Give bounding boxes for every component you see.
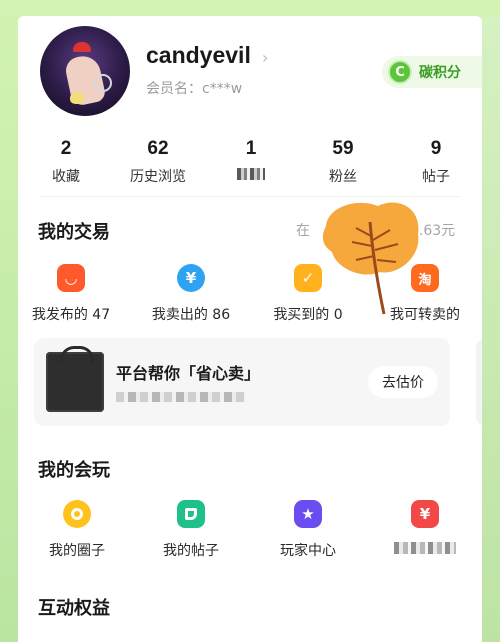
play-item-label: 我的圈子: [49, 543, 105, 559]
yuan-icon: ¥: [177, 264, 205, 292]
stat-third[interactable]: 1: [211, 138, 291, 184]
carbon-points-button[interactable]: C 碳积分: [382, 56, 482, 88]
stat-favorites[interactable]: 2 收藏: [26, 138, 106, 186]
play-item-player-center[interactable]: ★ 玩家中心: [253, 500, 363, 560]
trade-summary-prefix[interactable]: 在: [296, 220, 310, 240]
stat-label: 帖子: [422, 169, 450, 185]
play-title: 我的会玩: [38, 460, 110, 481]
circle-icon: [63, 500, 91, 528]
trade-item-label: 我发布的 47: [31, 307, 111, 323]
bag-product-image: [46, 346, 104, 412]
benefits-title: 互动权益: [38, 598, 110, 619]
stat-label: 收藏: [52, 169, 80, 185]
stat-label: 历史浏览: [130, 169, 186, 185]
trade-item-published[interactable]: ◡ 我发布的 47: [18, 264, 126, 324]
member-name: 会员名：c***w: [146, 81, 243, 97]
play-item-label: 玩家中心: [280, 543, 336, 559]
trade-title: 我的交易: [38, 222, 110, 243]
stat-value: 59: [332, 138, 354, 159]
play-item-posts[interactable]: 我的帖子: [136, 500, 246, 560]
sell-card-subtitle-blurred: [116, 392, 246, 402]
stat-value: 62: [147, 138, 169, 159]
star-icon: ★: [294, 500, 322, 528]
trade-item-sold[interactable]: ¥ 我卖出的 86: [136, 264, 246, 324]
stat-label-blurred: [237, 168, 265, 180]
carbon-label: 碳积分: [419, 65, 461, 81]
butterfly-graphic: [70, 92, 84, 104]
stat-label: 粉丝: [329, 169, 357, 185]
play-item-circles[interactable]: 我的圈子: [22, 500, 132, 560]
trade-item-label: 我卖出的 86: [151, 307, 231, 323]
background-left: [0, 16, 18, 642]
post-icon: [177, 500, 205, 528]
stats-row: 2 收藏 62 历史浏览 1 59 粉丝 9 帖子: [18, 138, 482, 188]
stat-posts[interactable]: 9 帖子: [396, 138, 476, 186]
next-card-peek[interactable]: [476, 338, 482, 426]
carbon-icon: C: [388, 60, 412, 84]
chevron-right-icon[interactable]: ›: [262, 48, 268, 67]
avatar[interactable]: [40, 26, 130, 116]
sell-card-title: 平台帮你「省心卖」: [116, 364, 261, 383]
stat-value: 9: [430, 138, 442, 159]
username[interactable]: candyevil: [146, 42, 251, 69]
ring-graphic: [94, 74, 112, 92]
sell-assist-card[interactable]: 平台帮你「省心卖」 去估价: [34, 338, 450, 426]
umbrella-graphic: [73, 42, 91, 52]
stat-fans[interactable]: 59 粉丝: [303, 138, 383, 186]
background-right: [482, 16, 500, 642]
play-item-label: 我的帖子: [163, 543, 219, 559]
stat-value: 2: [60, 138, 72, 159]
yuan-tag-icon: ¥: [411, 500, 439, 528]
bag-icon: ◡: [57, 264, 85, 292]
stat-value: 1: [245, 138, 257, 159]
play-item-fourth[interactable]: ¥: [370, 500, 480, 558]
leaf-sticker: [322, 202, 419, 315]
profile-card: candyevil › 会员名：c***w C 碳积分 2 收藏 62 历史浏览…: [18, 16, 482, 642]
play-item-label-blurred: [394, 542, 456, 554]
estimate-button[interactable]: 去估价: [368, 366, 438, 398]
stat-history[interactable]: 62 历史浏览: [118, 138, 198, 186]
